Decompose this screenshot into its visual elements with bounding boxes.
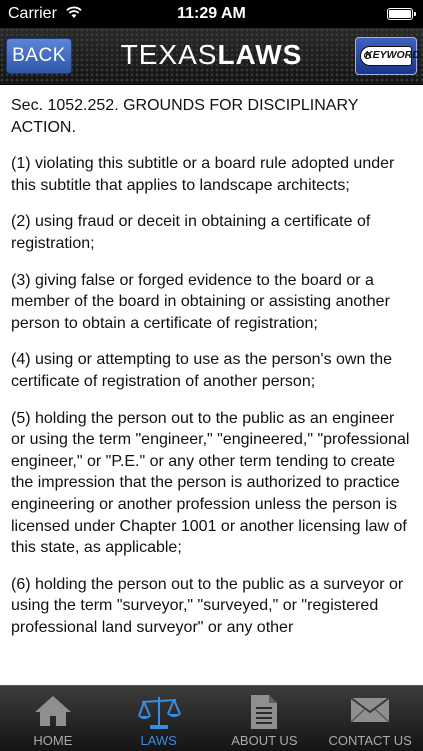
law-paragraph: (3) giving false or forged evidence to t…: [11, 271, 390, 332]
battery-icon: [387, 8, 416, 20]
keyword-search-button[interactable]: KEYWORD: [355, 37, 420, 75]
tab-label: ABOUT US: [231, 733, 298, 748]
law-paragraph: (2) using fraud or deceit in obtaining a…: [11, 213, 371, 252]
status-bar: Carrier 11:29 AM: [0, 0, 423, 28]
envelope-icon: [350, 694, 390, 727]
law-paragraph: (5) holding the person out to the public…: [11, 409, 410, 557]
tab-laws[interactable]: LAWS: [106, 686, 212, 751]
navigation-bar: BACK TEXASLAWS KEYWORD: [0, 28, 423, 85]
keyword-label: KEYWORD: [365, 49, 420, 61]
status-time: 11:29 AM: [177, 5, 246, 22]
app-title-bold: LAWS: [217, 39, 303, 70]
tab-home[interactable]: HOME: [0, 686, 106, 751]
law-paragraph: (6) holding the person out to the public…: [11, 575, 404, 636]
document-icon: [249, 694, 279, 733]
tab-contact-us[interactable]: CONTACT US: [317, 686, 423, 751]
tab-about-us[interactable]: ABOUT US: [212, 686, 318, 751]
tab-label: LAWS: [140, 733, 177, 748]
law-text-view[interactable]: Sec. 1052.252. GROUNDS FOR DISCIPLINARY …: [0, 85, 423, 685]
tab-label: CONTACT US: [328, 733, 412, 748]
law-paragraph: (4) using or attempting to use as the pe…: [11, 351, 393, 390]
home-icon: [33, 694, 73, 731]
tab-bar: HOME LAWS ABOUT US CONTACT US: [0, 685, 423, 751]
law-paragraph: (1) violating this subtitle or a board r…: [11, 155, 395, 194]
section-heading: Sec. 1052.252. GROUNDS FOR DISCIPLINARY …: [11, 97, 359, 136]
scales-icon: [137, 694, 181, 733]
key-icon: KEYWORD: [360, 46, 420, 66]
app-title-light: TEXAS: [120, 39, 218, 70]
tab-label: HOME: [33, 733, 73, 748]
